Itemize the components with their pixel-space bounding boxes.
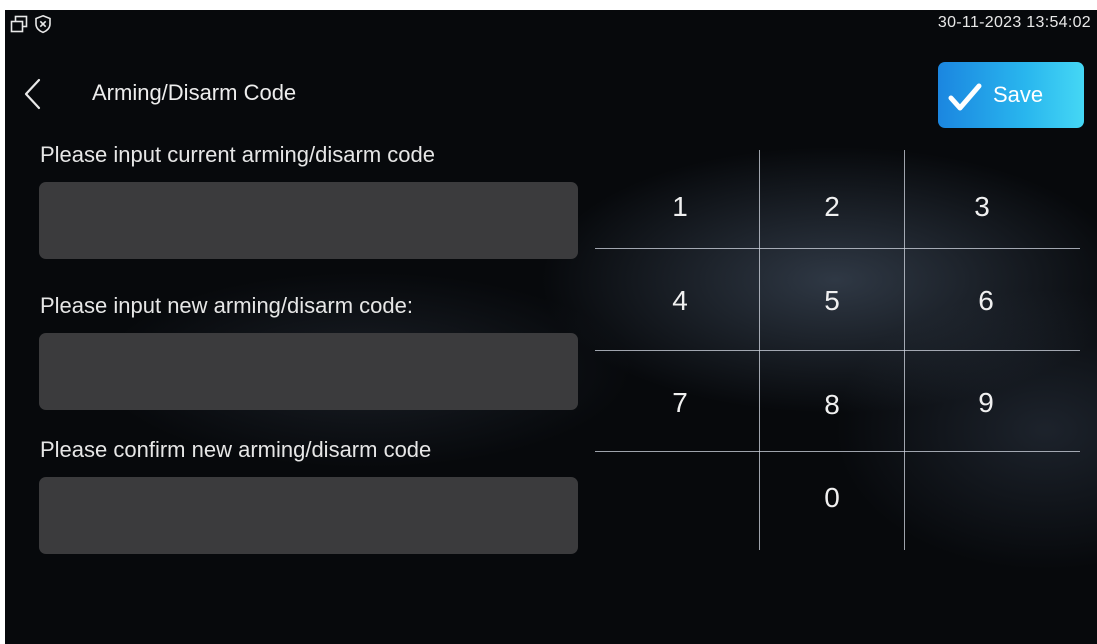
new-code-label: Please input new arming/disarm code:	[40, 293, 413, 318]
keypad-key-5[interactable]: 5	[757, 256, 907, 346]
back-button[interactable]	[19, 76, 49, 112]
page-title: Arming/Disarm Code	[92, 80, 297, 105]
keypad-key-8[interactable]: 8	[757, 360, 907, 450]
save-label: Save	[993, 82, 1044, 107]
keypad-key-4[interactable]: 4	[605, 256, 755, 346]
status-bar: 30-11-2023 13:54:02	[5, 10, 1097, 38]
checkmark-icon	[948, 83, 982, 111]
keypad-key-0[interactable]: 0	[757, 453, 907, 543]
keypad-key-1[interactable]: 1	[605, 162, 755, 252]
keypad-key-3[interactable]: 3	[907, 162, 1057, 252]
shield-x-icon	[35, 14, 51, 34]
screen: 30-11-2023 13:54:02 Arming/Disarm Code S…	[5, 10, 1097, 644]
window-restore-icon	[10, 15, 28, 33]
current-code-label: Please input current arming/disarm code	[40, 142, 435, 167]
keypad-key-6[interactable]: 6	[911, 256, 1061, 346]
keypad-divider-horizontal	[595, 350, 1080, 351]
save-button[interactable]: Save	[938, 62, 1084, 128]
keypad-divider-horizontal	[595, 451, 1080, 452]
confirm-code-input[interactable]	[39, 477, 578, 554]
new-code-input[interactable]	[39, 333, 578, 410]
confirm-code-label: Please confirm new arming/disarm code	[40, 437, 432, 462]
chevron-left-icon	[24, 78, 41, 110]
numeric-keypad: 1 2 3 4 5 6 7 8 9 0	[595, 150, 1085, 550]
keypad-key-2[interactable]: 2	[757, 162, 907, 252]
current-code-input[interactable]	[39, 182, 578, 259]
status-datetime: 30-11-2023 13:54:02	[937, 14, 1091, 31]
keypad-key-9[interactable]: 9	[911, 358, 1061, 448]
keypad-key-7[interactable]: 7	[605, 358, 755, 448]
